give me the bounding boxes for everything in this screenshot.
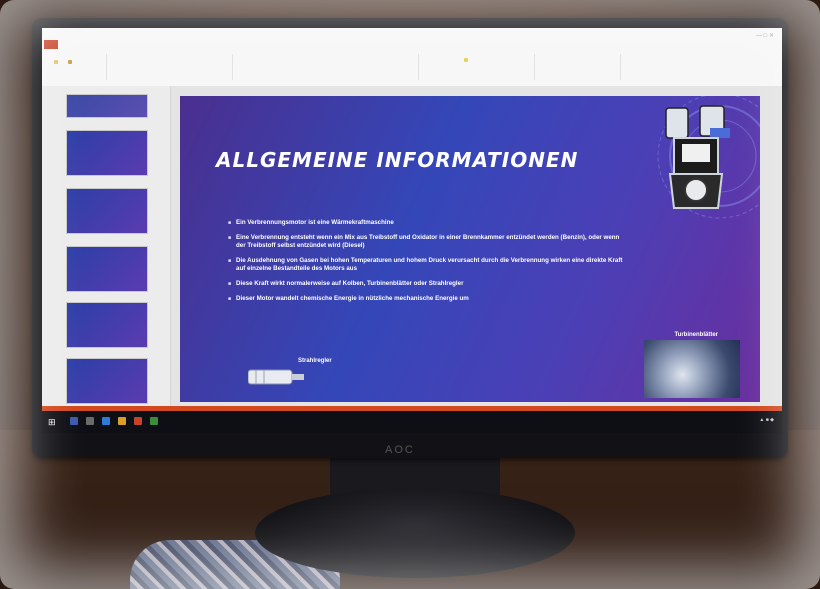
powerpoint-ribbon: — □ ✕ (42, 28, 782, 87)
turbine-caption: Turbinenblätter (674, 332, 718, 338)
monitor-stand-base (255, 488, 575, 578)
turbine-blades-image[interactable] (644, 340, 740, 398)
injector-image[interactable] (248, 366, 304, 388)
powerpoint-icon[interactable] (134, 417, 142, 425)
explorer-icon[interactable] (118, 417, 126, 425)
bullet-item: Die Ausdehnung von Gasen bei hohen Tempe… (228, 257, 628, 273)
paste-icon[interactable] (54, 60, 58, 64)
drawing-icon[interactable] (464, 58, 468, 62)
slide-thumbnail[interactable] (66, 130, 148, 176)
browser-icon[interactable] (102, 417, 110, 425)
slide-thumbnail-pane (42, 86, 171, 406)
ribbon-group-font (238, 54, 419, 80)
slide-thumbnail[interactable] (66, 94, 148, 118)
slide-bullet-list[interactable]: Ein Verbrennungsmotor ist eine Wärmekraf… (228, 219, 628, 310)
ribbon-group-slides (112, 54, 233, 80)
bullet-item: Ein Verbrennungsmotor ist eine Wärmekraf… (228, 219, 628, 227)
bullet-item: Eine Verbrennung entsteht wenn ein Mix a… (228, 234, 628, 250)
engine-cylinder-icon[interactable] (660, 102, 732, 214)
window-controls[interactable]: — □ ✕ (756, 32, 774, 39)
slide-title[interactable]: ALLGEMEINE INFORMATIONEN (216, 148, 578, 172)
ribbon-tabs (46, 40, 66, 50)
slide-thumbnail[interactable] (66, 188, 148, 234)
current-slide[interactable]: ALLGEMEINE INFORMATIONEN Ein Verbrennung… (180, 96, 760, 402)
task-view-icon[interactable] (86, 417, 94, 425)
slide-thumbnail[interactable] (66, 246, 148, 292)
injector-caption: Strahlregler (298, 358, 332, 364)
slide-thumbnail[interactable] (66, 358, 148, 404)
search-icon[interactable] (70, 417, 78, 425)
copy-icon[interactable] (68, 60, 72, 64)
monitor-brand-label: AOC (385, 444, 415, 456)
slide-thumbnail[interactable] (66, 302, 148, 348)
windows-start-icon[interactable]: ⊞ (48, 417, 58, 427)
windows-taskbar: ⊞ ▲ ■ ◆ (42, 411, 782, 433)
bullet-item: Diese Kraft wirkt normalerweise auf Kolb… (228, 280, 628, 288)
ribbon-group-paragraph (424, 54, 535, 80)
bullet-item: Dieser Motor wandelt chemische Energie i… (228, 295, 628, 303)
system-tray[interactable]: ▲ ■ ◆ (759, 417, 774, 423)
app-icon[interactable] (150, 417, 158, 425)
ribbon-group-drawing (540, 54, 621, 80)
monitor-screen: — □ ✕ ALLGEMEINE INFORMATIONEN Ein Verbr… (42, 28, 782, 433)
ribbon-group-clipboard (46, 54, 107, 80)
